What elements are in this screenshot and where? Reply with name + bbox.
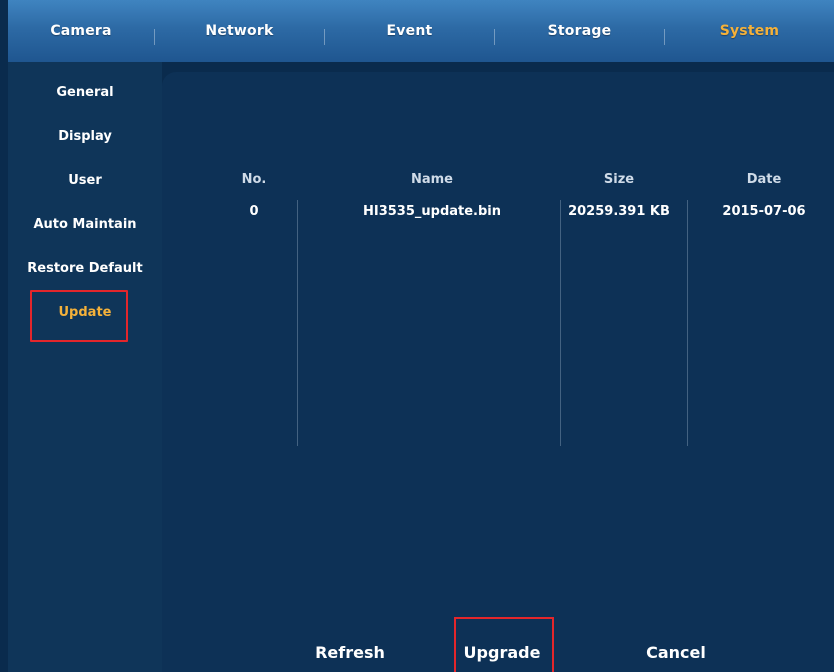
tab-camera[interactable]: Camera bbox=[8, 0, 154, 62]
refresh-button[interactable]: Refresh bbox=[300, 638, 400, 666]
sidebar-item-general[interactable]: General bbox=[8, 78, 162, 106]
tab-storage[interactable]: Storage bbox=[495, 0, 664, 62]
app-root: Camera Network Event Storage System Gene… bbox=[0, 0, 834, 672]
tab-event[interactable]: Event bbox=[325, 0, 494, 62]
header-no: No. bbox=[241, 172, 267, 187]
sidebar-item-label: Restore Default bbox=[27, 260, 143, 276]
sidebar-item-label: General bbox=[56, 84, 114, 100]
sidebar-item-display[interactable]: Display bbox=[8, 122, 162, 150]
header-size: Size bbox=[603, 172, 635, 187]
sidebar: General Display User Auto Maintain Resto… bbox=[8, 62, 162, 672]
cell-date: 2015-07-06 bbox=[722, 204, 806, 219]
tab-label: Event bbox=[386, 23, 433, 39]
cell-no: 0 bbox=[249, 204, 259, 219]
column-divider bbox=[560, 200, 561, 446]
tab-label: Camera bbox=[50, 23, 112, 39]
sidebar-item-label: User bbox=[68, 172, 102, 188]
table-row[interactable]: 0 HI3535_update.bin 20259.391 KB 2015-07… bbox=[162, 204, 834, 224]
tab-system[interactable]: System bbox=[665, 0, 834, 62]
top-navigation: Camera Network Event Storage System bbox=[8, 0, 834, 62]
table-header: No. Name Size Date bbox=[162, 172, 834, 192]
sidebar-item-label: Update bbox=[58, 304, 112, 320]
upgrade-button[interactable]: Upgrade bbox=[452, 638, 552, 666]
tab-label: Network bbox=[205, 23, 274, 39]
header-name: Name bbox=[410, 172, 453, 187]
tab-label: Storage bbox=[547, 23, 612, 39]
header-date: Date bbox=[746, 172, 782, 187]
column-divider bbox=[297, 200, 298, 446]
sidebar-item-user[interactable]: User bbox=[8, 166, 162, 194]
sidebar-item-label: Display bbox=[58, 128, 112, 144]
tab-label: System bbox=[719, 23, 780, 39]
sidebar-item-restore-default[interactable]: Restore Default bbox=[8, 254, 162, 282]
sidebar-item-label: Auto Maintain bbox=[33, 216, 137, 232]
sidebar-item-update[interactable]: Update bbox=[8, 290, 162, 342]
cancel-button[interactable]: Cancel bbox=[626, 638, 726, 666]
column-divider bbox=[687, 200, 688, 446]
update-panel: No. Name Size Date 0 HI3535_update.bin 2… bbox=[162, 72, 834, 672]
cell-size: 20259.391 KB bbox=[568, 204, 670, 219]
tab-network[interactable]: Network bbox=[155, 0, 324, 62]
sidebar-item-auto-maintain[interactable]: Auto Maintain bbox=[8, 210, 162, 238]
cell-name: HI3535_update.bin bbox=[362, 204, 502, 219]
